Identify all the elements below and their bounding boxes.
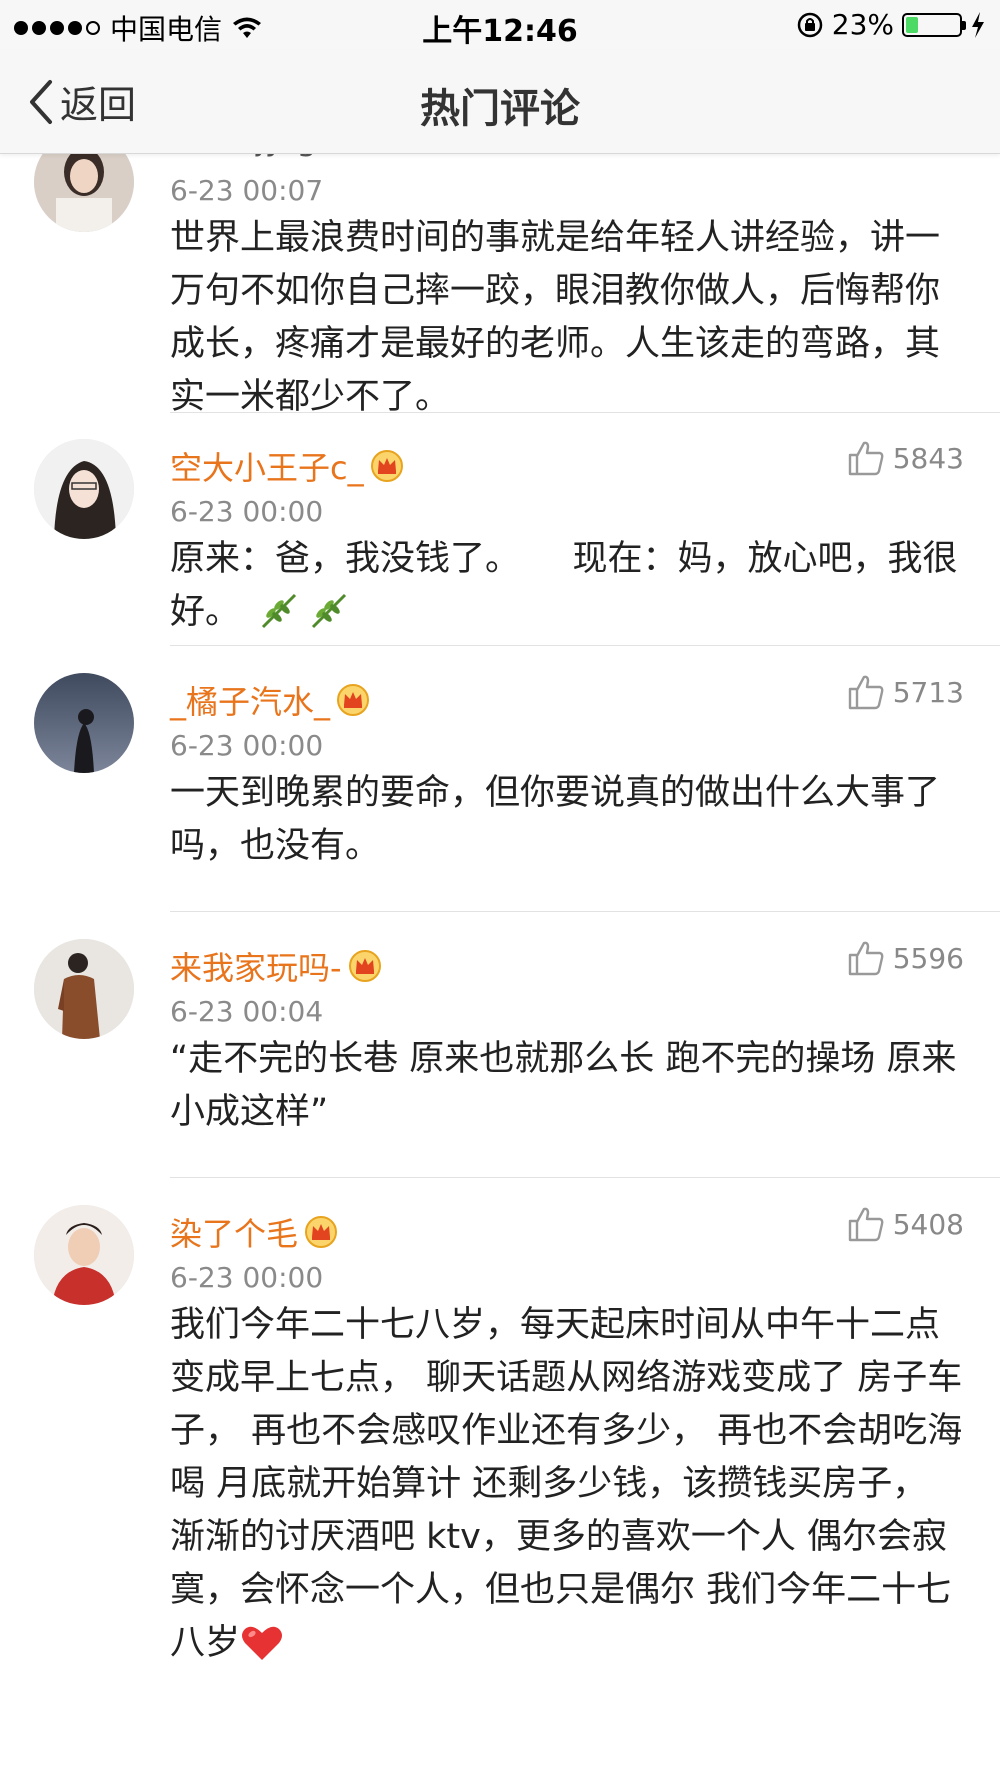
battery-percent: 23% <box>831 8 894 41</box>
username[interactable]: xxxibjyrgh <box>170 154 337 158</box>
status-bar: 中国电信 上午12:46 23% <box>0 0 1000 50</box>
comment-text: 我们今年二十七八岁，每天起床时间从中午十二点变成早上七点， 聊天话题从网络游戏变… <box>170 1305 963 1663</box>
charging-bolt-icon <box>972 11 984 38</box>
comment-text: 一天到晚累的要命，但你要说真的做出什么大事了吗，也没有。 <box>170 773 941 866</box>
comment-item: 空大小王子c_ 6-23 00:00 5843 原来：爸，我没钱了。 现在：妈，… <box>0 413 1000 647</box>
comment-body: 我们今年二十七八岁，每天起床时间从中午十二点变成早上七点， 聊天话题从网络游戏变… <box>170 1299 972 1670</box>
thumb-up-icon <box>848 675 884 710</box>
like-button[interactable]: 5596 <box>847 939 964 977</box>
username[interactable]: _橘子汽水_ <box>170 677 330 723</box>
avatar[interactable] <box>34 154 134 232</box>
thumb-up-icon <box>848 441 884 476</box>
comment-time: 6-23 00:07 <box>170 174 324 207</box>
like-button[interactable]: 5408 <box>847 1205 964 1243</box>
chevron-left-icon <box>30 79 52 124</box>
thumb-up-icon <box>848 941 884 976</box>
comment-time: 6-23 00:00 <box>170 729 324 762</box>
vip-crown-icon <box>370 450 403 482</box>
avatar[interactable] <box>34 939 134 1039</box>
like-button[interactable]: 5713 <box>847 673 964 711</box>
comment-name-row: _橘子汽水_ <box>170 677 370 723</box>
branch-icon <box>312 593 347 629</box>
comment-list[interactable]: xxxibjyrgh 6-23 00:07 5xxx 世界上最浪费时间的事就是给… <box>0 154 1000 1777</box>
rotation-lock-icon <box>797 12 823 37</box>
divider <box>170 911 1000 912</box>
username[interactable]: 染了个毛 <box>170 1209 298 1255</box>
comment-item: 来我家玩吗- 6-23 00:04 5596 “走不完的长巷 原来也就那么长 跑… <box>0 913 1000 1179</box>
comment-name-row: 空大小王子c_ <box>170 443 404 489</box>
vip-crown-icon <box>337 684 370 716</box>
back-label: 返回 <box>60 83 137 127</box>
thumb-up-icon <box>848 1207 884 1242</box>
comment-time: 6-23 00:04 <box>170 995 324 1028</box>
comment-name-row: 来我家玩吗- <box>170 943 382 989</box>
username[interactable]: 来我家玩吗- <box>170 943 342 989</box>
battery-icon <box>902 12 966 37</box>
like-count: 5596 <box>892 941 964 975</box>
like-button[interactable]: 5843 <box>847 439 964 477</box>
page-title: 热门评论 <box>420 86 580 132</box>
branch-icon <box>262 593 297 629</box>
like-count: 5843 <box>892 441 964 475</box>
vip-crown-icon <box>305 1216 338 1248</box>
comment-time: 6-23 00:00 <box>170 1261 324 1294</box>
username[interactable]: 空大小王子c_ <box>170 443 364 489</box>
avatar[interactable] <box>34 1205 134 1305</box>
vip-crown-icon <box>348 950 381 982</box>
comment-name-row: 染了个毛 <box>170 1209 338 1255</box>
avatar[interactable] <box>34 439 134 539</box>
divider <box>170 645 1000 646</box>
comment-text: 世界上最浪费时间的事就是给年轻人讲经验，讲一万句不如你自己摔一跤，眼泪教你做人，… <box>170 218 941 417</box>
comment-body: 原来：爸，我没钱了。 现在：妈，放心吧，我很好。 <box>170 533 972 639</box>
avatar[interactable] <box>34 673 134 773</box>
comment-item: _橘子汽水_ 6-23 00:00 5713 一天到晚累的要命，但你要说真的做出… <box>0 647 1000 913</box>
like-count: 5713 <box>892 675 964 709</box>
battery-level <box>906 16 918 33</box>
comment-item: xxxibjyrgh 6-23 00:07 5xxx 世界上最浪费时间的事就是给… <box>0 154 1000 417</box>
heart-icon <box>242 1626 283 1660</box>
like-count: 5408 <box>892 1207 964 1241</box>
comment-item: 染了个毛 6-23 00:00 5408 我们今年二十七八岁，每天起床时间从中午… <box>0 1179 1000 1777</box>
back-button[interactable]: 返回 <box>26 74 136 129</box>
status-right: 23% <box>796 8 986 41</box>
comment-name-row: xxxibjyrgh <box>170 154 337 158</box>
comment-time: 6-23 00:00 <box>170 495 324 528</box>
divider <box>170 1177 1000 1178</box>
navigation-bar: 返回 热门评论 <box>0 50 1000 154</box>
comment-text: “走不完的长巷 原来也就那么长 跑不完的操场 原来小成这样” <box>170 1039 957 1132</box>
